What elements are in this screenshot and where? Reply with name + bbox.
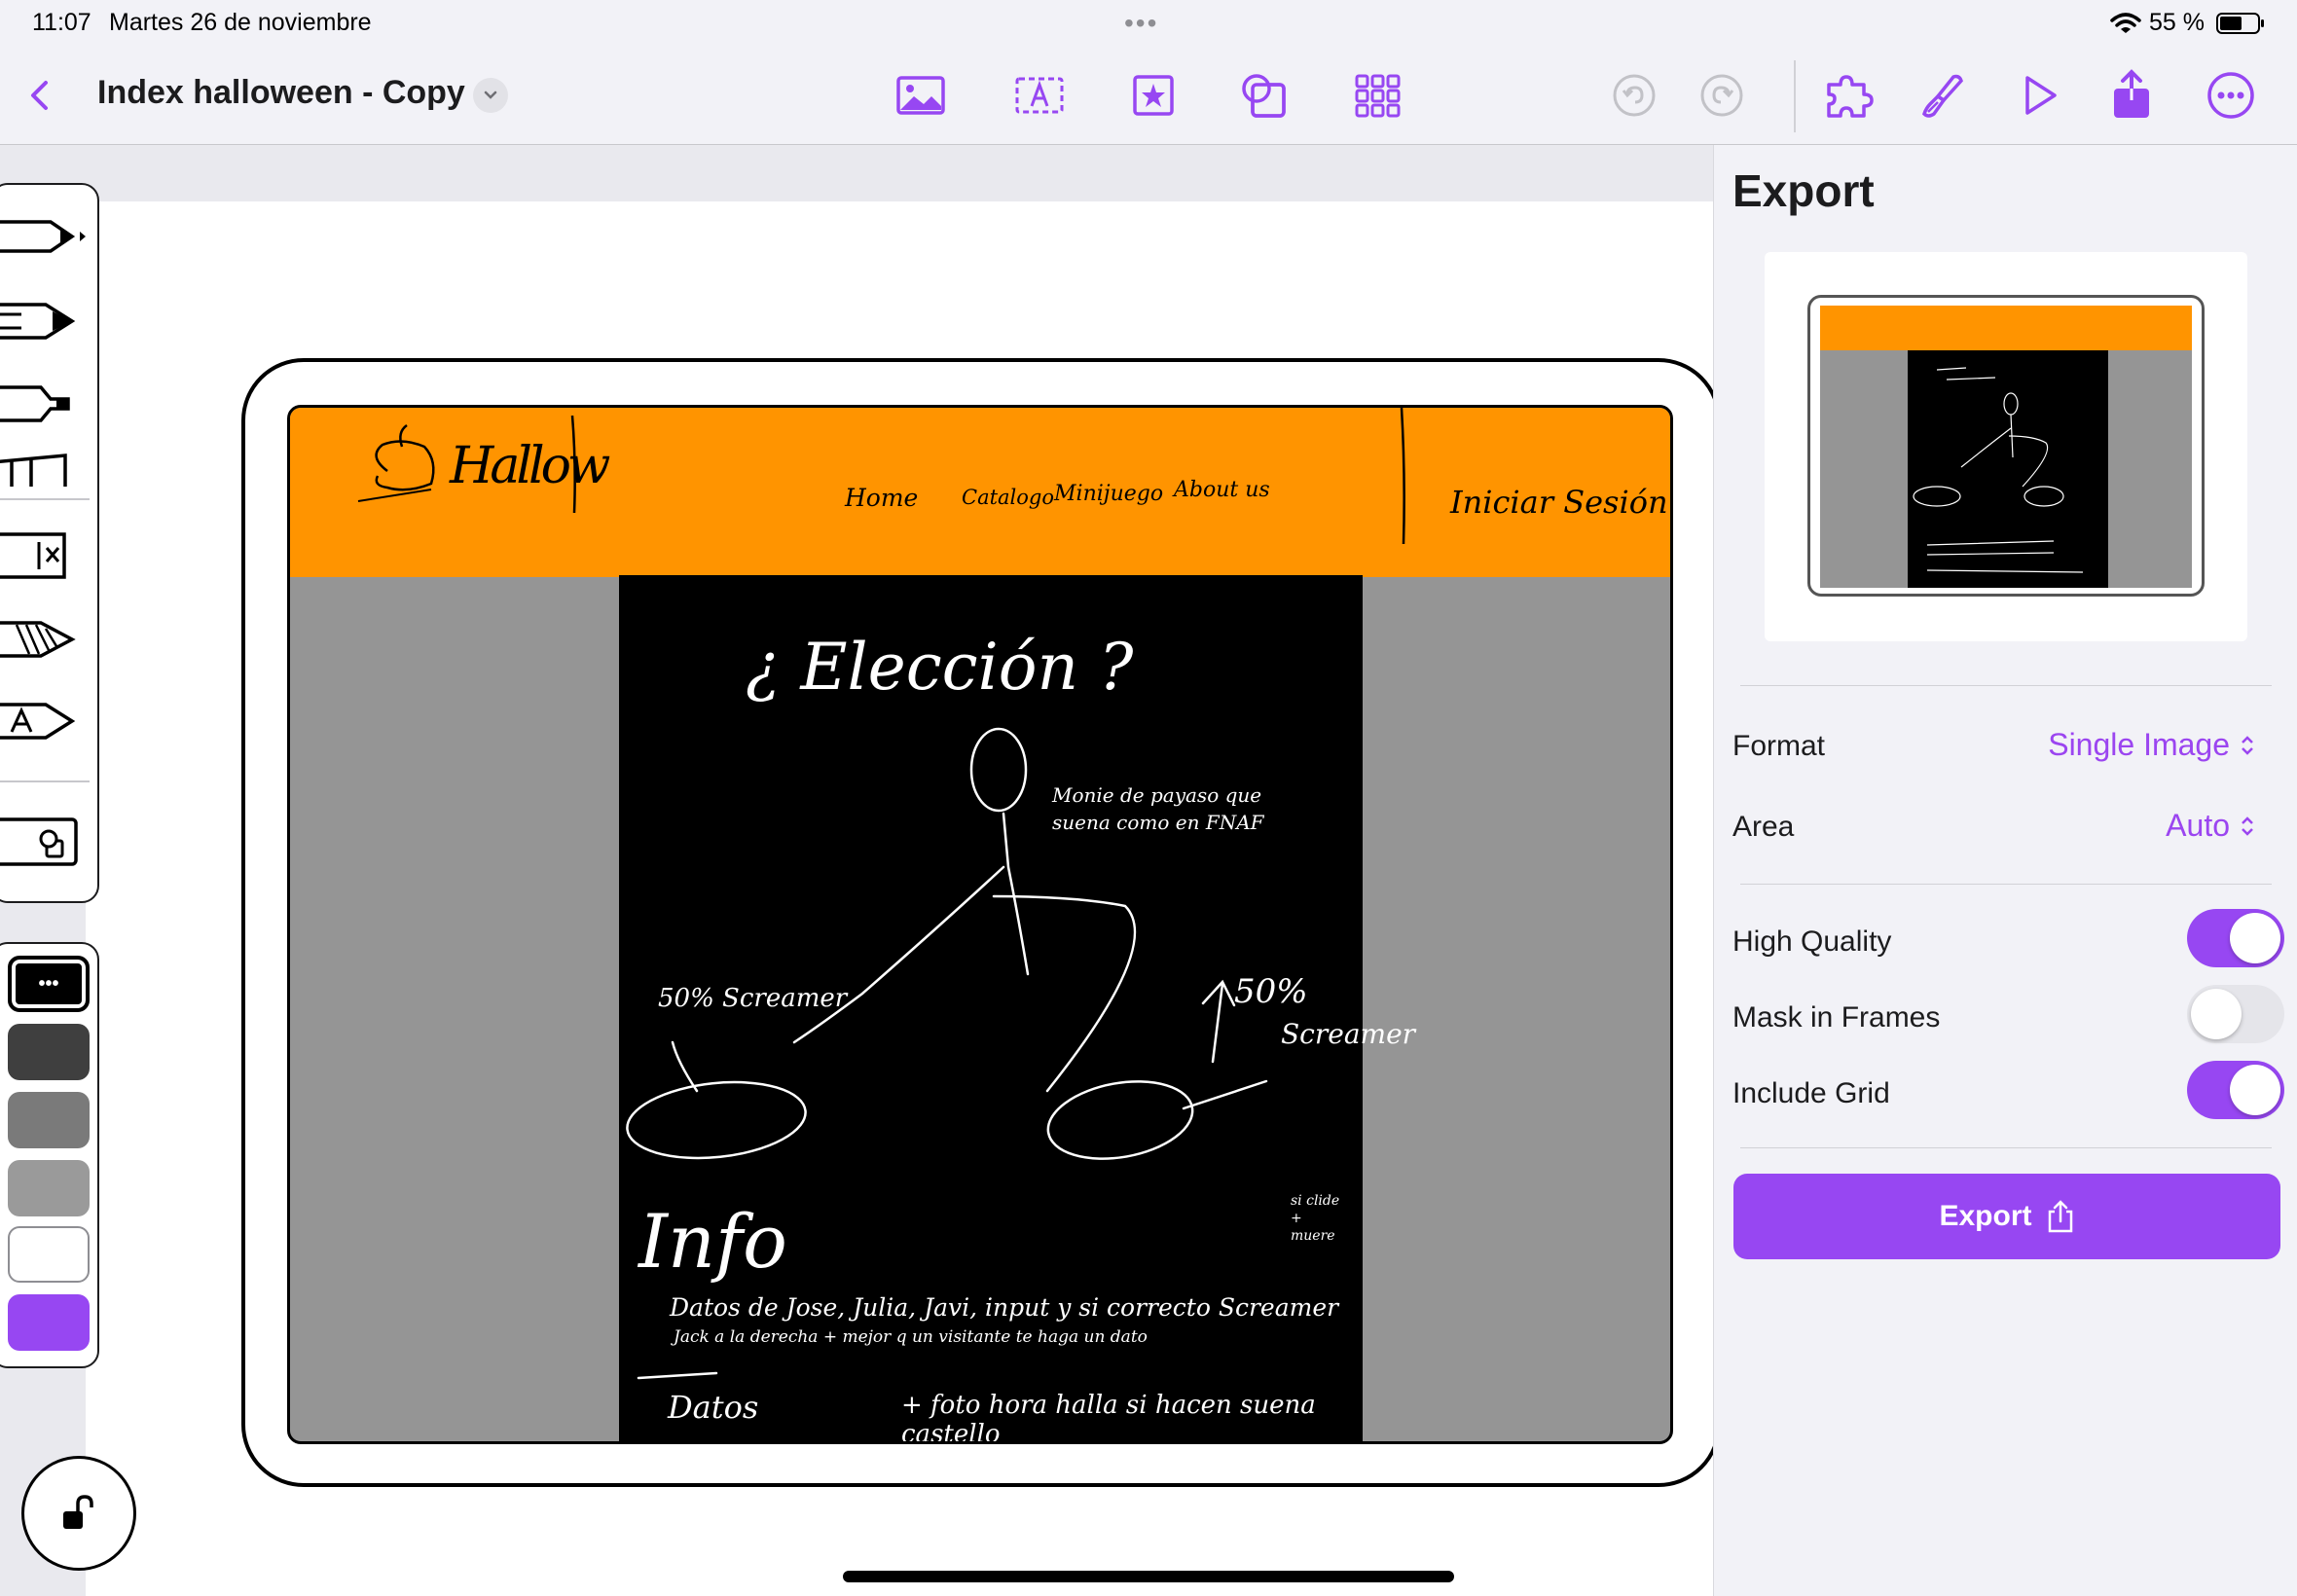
high-quality-label: High Quality xyxy=(1732,925,1892,958)
format-value: Single Image xyxy=(2048,727,2230,762)
area-selector[interactable]: Auto xyxy=(2166,808,2255,844)
grid-icon[interactable] xyxy=(1351,68,1405,123)
area-value: Auto xyxy=(2166,808,2230,843)
info-line-1: Datos de Jose, Julia, Javi, input y si c… xyxy=(670,1293,1339,1322)
mask-in-frames-label: Mask in Frames xyxy=(1732,1001,1941,1034)
wifi-icon xyxy=(2110,13,2141,33)
header-divider-left xyxy=(570,416,576,513)
nav-minijuego: Minijuego xyxy=(1054,482,1164,506)
preview-header xyxy=(1820,306,2192,350)
format-label: Format xyxy=(1732,730,1826,762)
export-button-label: Export xyxy=(1939,1200,2032,1232)
info-heading: Info xyxy=(638,1198,787,1285)
color-swatch-purple[interactable] xyxy=(8,1294,90,1351)
nav-home: Home xyxy=(845,484,919,512)
nav-iniciar-sesion: Iniciar Sesión xyxy=(1450,484,1668,521)
preview-device-frame xyxy=(1807,295,2205,597)
color-swatch-white[interactable] xyxy=(8,1226,90,1283)
chevron-up-down-icon xyxy=(2242,735,2253,755)
ruler-icon[interactable] xyxy=(0,448,90,487)
share-icon xyxy=(2048,1200,2072,1233)
stamp-icon[interactable] xyxy=(1126,68,1181,123)
sketch-note: Monie de payaso que suena como en FNAF xyxy=(1052,783,1264,834)
preview-sketch xyxy=(1913,367,2084,573)
unlock-icon xyxy=(63,1495,93,1529)
shapes-icon[interactable] xyxy=(1236,68,1291,123)
share-icon[interactable] xyxy=(2104,68,2159,123)
undo-icon[interactable] xyxy=(1607,68,1661,123)
nav-catalogo: Catalogo xyxy=(962,486,1054,509)
area-label: Area xyxy=(1732,811,1795,843)
pen-icon[interactable] xyxy=(0,202,90,271)
info-line-2: Jack a la derecha + mejor q un visitante… xyxy=(674,1327,1148,1347)
color-swatch-light-gray[interactable] xyxy=(8,1160,90,1216)
header-divider-right xyxy=(1400,408,1405,544)
eraser-icon[interactable] xyxy=(0,521,90,589)
more-icon[interactable] xyxy=(2204,68,2258,123)
include-grid-label: Include Grid xyxy=(1732,1077,1890,1109)
image-icon[interactable] xyxy=(893,68,948,123)
panel-title: Export xyxy=(1732,165,1875,216)
separator xyxy=(1740,1147,2272,1148)
toolbar: Index halloween - Copy xyxy=(0,47,2297,145)
palette-divider xyxy=(0,780,90,782)
text-box-icon[interactable] xyxy=(1012,68,1067,123)
separator xyxy=(1740,884,2272,885)
highlighter-icon[interactable] xyxy=(0,370,90,438)
color-swatch-black-more[interactable]: ••• xyxy=(8,956,90,1012)
export-panel: Export Format Single Image Area Auto Hig… xyxy=(1713,145,2297,1596)
color-palette: ••• xyxy=(0,942,99,1368)
datos-label: Datos xyxy=(668,1389,759,1426)
brush-icon[interactable] xyxy=(1915,68,1970,123)
battery-percentage: 55 % xyxy=(2149,9,2205,36)
chevron-up-down-icon xyxy=(2242,816,2253,836)
pencil-shading-icon[interactable] xyxy=(0,605,90,673)
palette-divider xyxy=(0,498,90,500)
include-grid-toggle[interactable] xyxy=(2187,1061,2284,1119)
side-note: si clide + muere xyxy=(1291,1193,1340,1244)
tool-palette xyxy=(0,183,99,903)
color-swatch-gray[interactable] xyxy=(8,1092,90,1148)
marker-icon[interactable] xyxy=(0,287,90,355)
status-time: 11:07 xyxy=(32,9,91,36)
screamer-label: Screamer xyxy=(1281,1018,1416,1050)
lasso-shape-icon[interactable] xyxy=(0,808,90,876)
document-title[interactable]: Index halloween - Copy xyxy=(97,74,465,112)
status-date: Martes 26 de noviembre xyxy=(109,9,372,36)
puzzle-icon[interactable] xyxy=(1822,68,1877,123)
format-selector[interactable]: Single Image xyxy=(2048,727,2255,763)
nav-about-us: About us xyxy=(1174,478,1270,502)
pct-left-label: 50% Screamer xyxy=(658,984,848,1013)
pct-right-label: 50% xyxy=(1234,972,1308,1011)
status-bar: 11:07 Martes 26 de noviembre ••• 55 % xyxy=(0,0,2297,47)
battery-icon xyxy=(2216,13,2264,34)
chevron-left-icon[interactable] xyxy=(14,68,68,123)
multitasking-dots[interactable]: ••• xyxy=(1124,8,1158,39)
export-button[interactable]: Export xyxy=(1733,1174,2280,1259)
preview-body xyxy=(1908,350,2108,588)
chevron-down-icon[interactable] xyxy=(473,78,508,113)
foto-note: + foto hora halla si hacen suena castell… xyxy=(901,1391,1316,1444)
preview-screen xyxy=(1820,306,2192,588)
lock-button[interactable] xyxy=(21,1456,136,1571)
mockup-header: Hallow Home Catalogo Minijuego About us … xyxy=(290,408,1670,577)
home-indicator[interactable] xyxy=(843,1571,1454,1582)
mask-in-frames-toggle[interactable] xyxy=(2187,985,2284,1043)
text-pen-icon[interactable] xyxy=(0,687,90,755)
play-icon[interactable] xyxy=(2011,68,2065,123)
separator xyxy=(1740,685,2272,686)
color-swatch-dark-gray[interactable] xyxy=(8,1024,90,1080)
high-quality-toggle[interactable] xyxy=(2187,909,2284,967)
export-preview xyxy=(1765,252,2247,641)
website-mockup[interactable]: Hallow Home Catalogo Minijuego About us … xyxy=(287,405,1673,1444)
toolbar-divider xyxy=(1794,60,1796,132)
redo-icon[interactable] xyxy=(1695,68,1749,123)
mockup-content: ¿ Elección ? Monie de payaso que suena c… xyxy=(619,575,1415,1444)
